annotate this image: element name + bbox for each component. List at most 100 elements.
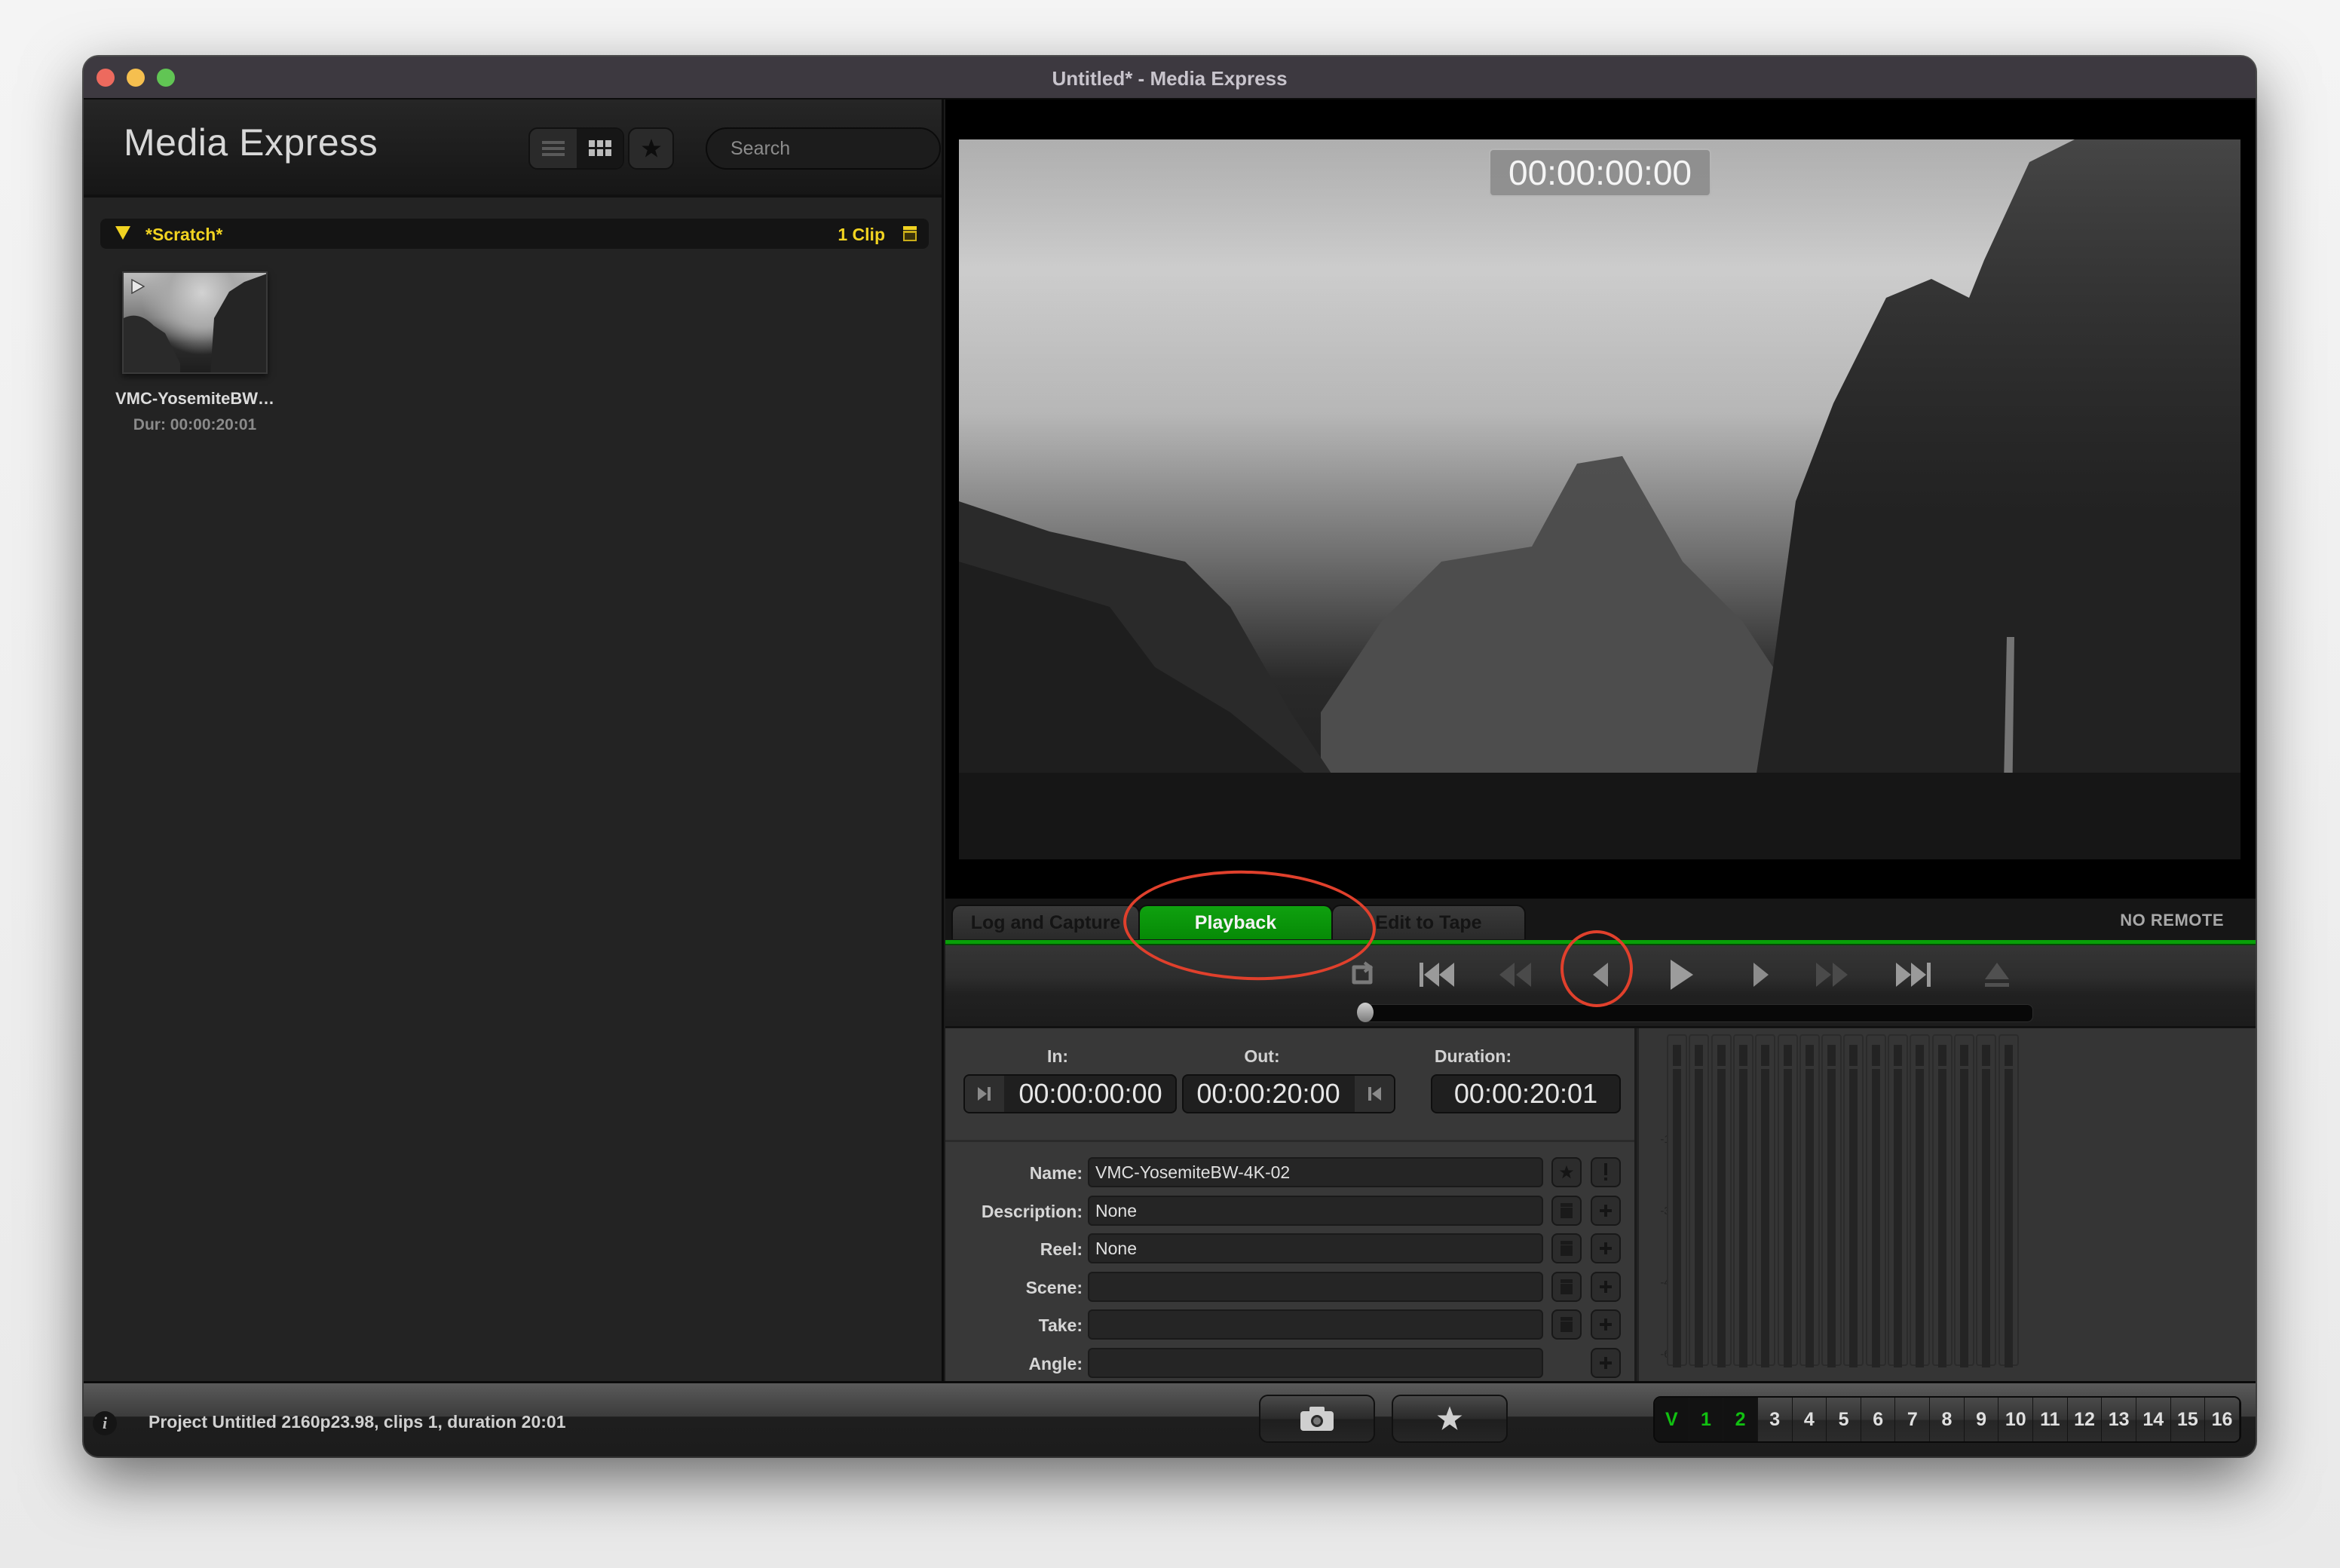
channel-toggle-10[interactable]: 10 (1998, 1398, 2034, 1441)
snapshot-button[interactable] (1259, 1395, 1375, 1443)
favorites-button[interactable] (628, 127, 674, 170)
clip-thumbnail[interactable] (122, 271, 268, 374)
playhead-handle[interactable] (1357, 1003, 1374, 1022)
step-forward-button[interactable] (1739, 956, 1784, 994)
clapper-icon (1561, 1279, 1573, 1294)
channel-toggle-14[interactable]: 14 (2136, 1398, 2171, 1441)
thumbnail-view-button[interactable] (577, 129, 623, 168)
grid-icon (588, 140, 611, 156)
rewind-icon (1499, 963, 1531, 987)
star-icon (1437, 1406, 1462, 1430)
plus-button[interactable] (1591, 1347, 1621, 1378)
channel-toggle-11[interactable]: 11 (2033, 1398, 2068, 1441)
go-to-out-button[interactable] (1355, 1076, 1394, 1112)
info-icon[interactable]: i (93, 1411, 117, 1435)
metadata-field-name[interactable]: VMC-YosemiteBW-4K-02 (1088, 1157, 1543, 1187)
camera-icon (1300, 1407, 1334, 1431)
audio-meter-channel (1976, 1034, 1997, 1367)
in-timecode[interactable]: 00:00:00:00 (1006, 1076, 1175, 1112)
metadata-field-scene[interactable] (1088, 1271, 1543, 1302)
go-to-end-button[interactable] (1891, 956, 1936, 994)
plus-button[interactable] (1591, 1233, 1621, 1263)
channel-toggle-8[interactable]: 8 (1930, 1398, 1965, 1441)
clapper-button[interactable] (1551, 1271, 1582, 1302)
video-viewer (945, 100, 2256, 899)
disclosure-triangle-icon[interactable] (115, 226, 130, 241)
list-view-button[interactable] (530, 129, 577, 168)
audio-meter-channel (1711, 1034, 1732, 1367)
clip-info-panel: In: Out: Duration: 00:00:00:00 00:00:20:… (945, 1028, 1634, 1381)
audio-meter-channel (1843, 1034, 1864, 1367)
level-bar (1695, 1069, 1704, 1367)
channel-toggle-6[interactable]: 6 (1861, 1398, 1896, 1441)
metadata-field-reel[interactable]: None (1088, 1233, 1543, 1263)
star-button[interactable] (1551, 1157, 1582, 1187)
metadata-field-description[interactable]: None (1088, 1195, 1543, 1226)
peak-indicator (1937, 1045, 1946, 1066)
clapper-button[interactable] (1551, 1233, 1582, 1263)
clapper-icon (1561, 1241, 1573, 1256)
metadata-field-angle[interactable] (1088, 1347, 1543, 1378)
channel-toggle-16[interactable]: 16 (2205, 1398, 2240, 1441)
go-to-in-button[interactable] (965, 1076, 1004, 1112)
channel-toggle-12[interactable]: 12 (2067, 1398, 2103, 1441)
clip-duration: Dur: 00:00:20:01 (133, 416, 257, 433)
search-input[interactable]: Search (706, 127, 941, 170)
audio-meter-channel (1888, 1034, 1908, 1367)
bin-header[interactable]: *Scratch* 1 Clip (100, 219, 929, 249)
level-bar (1871, 1069, 1880, 1367)
clapper-button[interactable] (1551, 1195, 1582, 1226)
channel-toggle-2[interactable]: 2 (1723, 1398, 1758, 1441)
level-bar (1982, 1069, 1991, 1367)
metadata-label: Description: (981, 1201, 1083, 1221)
go-to-start-button[interactable] (1414, 956, 1459, 994)
channel-toggle-4[interactable]: 4 (1792, 1398, 1827, 1441)
tab-log-and-capture[interactable]: Log and Capture (951, 905, 1140, 939)
bin-name: *Scratch* (145, 225, 223, 244)
favorite-clip-button[interactable] (1392, 1395, 1508, 1443)
tab-edit-to-tape[interactable]: Edit to Tape (1331, 905, 1526, 939)
step-back-icon (1593, 963, 1608, 987)
channel-toggle-v[interactable]: V (1655, 1398, 1689, 1441)
play-button[interactable] (1659, 956, 1704, 994)
fast-forward-icon (1816, 963, 1848, 987)
eject-button[interactable] (1974, 956, 2020, 994)
metadata-field-take[interactable] (1088, 1309, 1543, 1340)
plus-icon (1600, 1242, 1612, 1254)
channel-toggle-9[interactable]: 9 (1964, 1398, 1999, 1441)
loop-button[interactable] (1340, 956, 1386, 994)
out-point-field[interactable]: 00:00:20:00 (1182, 1074, 1395, 1113)
out-timecode[interactable]: 00:00:20:00 (1184, 1076, 1353, 1112)
metadata-label: Take: (1038, 1315, 1083, 1335)
plus-button[interactable] (1591, 1309, 1621, 1340)
peak-indicator (1695, 1045, 1704, 1066)
fast-forward-button[interactable] (1809, 956, 1855, 994)
play-icon (131, 279, 145, 294)
clapper-button[interactable] (1551, 1309, 1582, 1340)
peak-indicator (1827, 1045, 1836, 1066)
alert-button[interactable] (1591, 1157, 1621, 1187)
clip-name: VMC-YosemiteBW… (115, 389, 275, 408)
media-library-panel: Media Express Search *Scratch* 1 Clip VM… (84, 100, 944, 1381)
bin-clip-count: 1 Clip (838, 225, 885, 244)
step-forward-icon (1753, 963, 1769, 987)
list-icon (542, 141, 565, 156)
channel-toggle-7[interactable]: 7 (1895, 1398, 1931, 1441)
channel-toggle-1[interactable]: 1 (1689, 1398, 1724, 1441)
rewind-button[interactable] (1493, 956, 1538, 994)
plus-button[interactable] (1591, 1195, 1621, 1226)
scrub-bar[interactable] (1362, 1004, 2033, 1022)
level-bar (1937, 1069, 1946, 1367)
step-back-button[interactable] (1577, 956, 1622, 994)
channel-toggle-3[interactable]: 3 (1757, 1398, 1793, 1441)
plus-button[interactable] (1591, 1271, 1621, 1302)
channel-toggle-13[interactable]: 13 (2102, 1398, 2136, 1441)
channel-toggle-5[interactable]: 5 (1827, 1398, 1861, 1441)
in-point-field[interactable]: 00:00:00:00 (963, 1074, 1177, 1113)
channel-toggle-15[interactable]: 15 (2170, 1398, 2206, 1441)
title-bar: Untitled* - Media Express (84, 57, 2256, 100)
view-toggle (528, 127, 624, 170)
viewer-timecode: 00:00:00:00 (1489, 149, 1711, 197)
tab-playback[interactable]: Playback (1138, 905, 1333, 939)
loop-icon (1352, 961, 1374, 985)
